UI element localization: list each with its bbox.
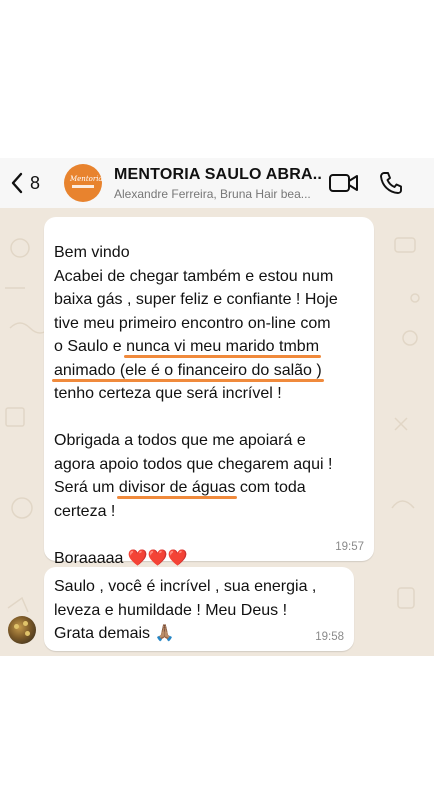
message-time: 19:57 <box>335 541 364 553</box>
highlighted-text: nunca vi meu marido tmbm <box>126 338 320 355</box>
logo-mark: Mentoria <box>70 175 102 183</box>
message-bubble[interactable]: Saulo , você é incrível , sua energia , … <box>44 567 354 651</box>
group-members[interactable]: Alexandre Ferreira, Bruna Hair bea... <box>114 187 322 201</box>
sender-avatar[interactable] <box>8 616 36 644</box>
video-camera-icon <box>329 174 358 192</box>
message-time: 19:58 <box>315 631 344 643</box>
highlighted-text: divisor de águas <box>118 479 236 496</box>
video-call-button[interactable] <box>328 170 360 196</box>
chat-area[interactable]: Bem vindo Acabei de chegar também e esto… <box>0 208 434 656</box>
message-text: Bem vindo Acabei de chegar também e esto… <box>54 244 338 567</box>
highlighted-text: animado (ele é o financeiro do salão ) <box>54 361 322 379</box>
voice-call-button[interactable] <box>377 169 405 197</box>
unread-count: 8 <box>30 172 41 193</box>
back-button[interactable]: 8 <box>10 169 50 197</box>
message-bubble[interactable]: Bem vindo Acabei de chegar também e esto… <box>44 217 374 567</box>
group-title[interactable]: MENTORIA SAULO ABRA... <box>114 166 322 184</box>
chevron-left-icon <box>11 172 23 194</box>
phone-icon <box>380 172 402 194</box>
chat-header: 8 Mentoria MENTORIA SAULO ABRA... Alexan… <box>0 158 434 209</box>
group-avatar[interactable]: Mentoria <box>64 164 102 202</box>
